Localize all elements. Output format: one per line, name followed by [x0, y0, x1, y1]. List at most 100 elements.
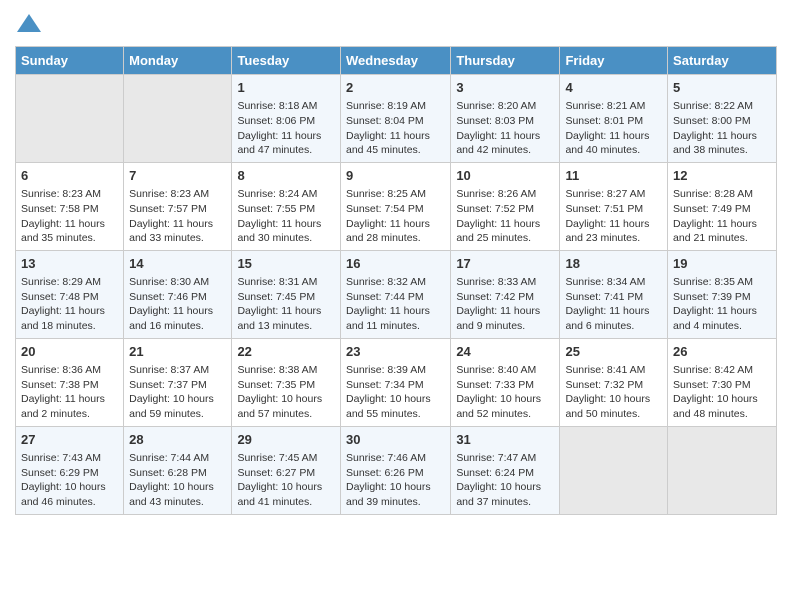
day-number: 27	[21, 431, 118, 449]
day-number: 21	[129, 343, 226, 361]
day-number: 16	[346, 255, 445, 273]
day-number: 20	[21, 343, 118, 361]
day-number: 14	[129, 255, 226, 273]
calendar-cell	[16, 75, 124, 163]
calendar-cell: 5 Sunrise: 8:22 AMSunset: 8:00 PMDaylight…	[668, 75, 777, 163]
day-info: Sunrise: 8:37 AMSunset: 7:37 PMDaylight:…	[129, 363, 226, 422]
day-number: 17	[456, 255, 554, 273]
calendar-cell: 31 Sunrise: 7:47 AMSunset: 6:24 PMDayligh…	[451, 426, 560, 514]
header-thursday: Thursday	[451, 47, 560, 75]
calendar-cell: 25 Sunrise: 8:41 AMSunset: 7:32 PMDayligh…	[560, 338, 668, 426]
header-sunday: Sunday	[16, 47, 124, 75]
day-number: 6	[21, 167, 118, 185]
day-info: Sunrise: 8:25 AMSunset: 7:54 PMDaylight:…	[346, 187, 445, 246]
day-info: Sunrise: 8:38 AMSunset: 7:35 PMDaylight:…	[237, 363, 335, 422]
day-info: Sunrise: 8:39 AMSunset: 7:34 PMDaylight:…	[346, 363, 445, 422]
calendar-cell: 30 Sunrise: 7:46 AMSunset: 6:26 PMDayligh…	[340, 426, 450, 514]
day-number: 18	[565, 255, 662, 273]
day-info: Sunrise: 8:32 AMSunset: 7:44 PMDaylight:…	[346, 275, 445, 334]
day-number: 13	[21, 255, 118, 273]
day-number: 31	[456, 431, 554, 449]
day-info: Sunrise: 8:19 AMSunset: 8:04 PMDaylight:…	[346, 99, 445, 158]
calendar-cell: 2Sunrise: 8:19 AMSunset: 8:04 PMDaylight…	[340, 75, 450, 163]
header-monday: Monday	[124, 47, 232, 75]
calendar-cell: 17 Sunrise: 8:33 AMSunset: 7:42 PMDayligh…	[451, 250, 560, 338]
header-tuesday: Tuesday	[232, 47, 341, 75]
day-number: 7	[129, 167, 226, 185]
day-info: Sunrise: 8:21 AMSunset: 8:01 PMDaylight:…	[565, 99, 662, 158]
day-number: 12	[673, 167, 771, 185]
header-row: SundayMondayTuesdayWednesdayThursdayFrid…	[16, 47, 777, 75]
day-number: 19	[673, 255, 771, 273]
day-info: Sunrise: 7:45 AMSunset: 6:27 PMDaylight:…	[237, 451, 335, 510]
day-info: Sunrise: 8:30 AMSunset: 7:46 PMDaylight:…	[129, 275, 226, 334]
day-number: 23	[346, 343, 445, 361]
day-info: Sunrise: 8:26 AMSunset: 7:52 PMDaylight:…	[456, 187, 554, 246]
logo	[15, 10, 47, 38]
calendar-cell: 29Sunrise: 7:45 AMSunset: 6:27 PMDayligh…	[232, 426, 341, 514]
day-info: Sunrise: 8:33 AMSunset: 7:42 PMDaylight:…	[456, 275, 554, 334]
day-info: Sunrise: 8:27 AMSunset: 7:51 PMDaylight:…	[565, 187, 662, 246]
day-number: 11	[565, 167, 662, 185]
week-row-0: 1 Sunrise: 8:18 AMSunset: 8:06 PMDaylight…	[16, 75, 777, 163]
calendar-cell: 7 Sunrise: 8:23 AMSunset: 7:57 PMDaylight…	[124, 162, 232, 250]
day-info: Sunrise: 8:36 AMSunset: 7:38 PMDaylight:…	[21, 363, 118, 422]
day-info: Sunrise: 8:22 AMSunset: 8:00 PMDaylight:…	[673, 99, 771, 158]
calendar-cell: 10 Sunrise: 8:26 AMSunset: 7:52 PMDayligh…	[451, 162, 560, 250]
day-number: 9	[346, 167, 445, 185]
week-row-1: 6 Sunrise: 8:23 AMSunset: 7:58 PMDaylight…	[16, 162, 777, 250]
day-number: 25	[565, 343, 662, 361]
day-info: Sunrise: 8:28 AMSunset: 7:49 PMDaylight:…	[673, 187, 771, 246]
day-info: Sunrise: 8:40 AMSunset: 7:33 PMDaylight:…	[456, 363, 554, 422]
day-number: 30	[346, 431, 445, 449]
day-info: Sunrise: 8:23 AMSunset: 7:58 PMDaylight:…	[21, 187, 118, 246]
page-header	[15, 10, 777, 38]
calendar-cell: 15 Sunrise: 8:31 AMSunset: 7:45 PMDayligh…	[232, 250, 341, 338]
day-number: 26	[673, 343, 771, 361]
day-info: Sunrise: 8:34 AMSunset: 7:41 PMDaylight:…	[565, 275, 662, 334]
calendar-cell: 14 Sunrise: 8:30 AMSunset: 7:46 PMDayligh…	[124, 250, 232, 338]
day-number: 10	[456, 167, 554, 185]
calendar-table: SundayMondayTuesdayWednesdayThursdayFrid…	[15, 46, 777, 515]
day-info: Sunrise: 8:18 AMSunset: 8:06 PMDaylight:…	[237, 99, 335, 158]
day-info: Sunrise: 8:42 AMSunset: 7:30 PMDaylight:…	[673, 363, 771, 422]
day-number: 3	[456, 79, 554, 97]
day-number: 4	[565, 79, 662, 97]
calendar-cell: 11 Sunrise: 8:27 AMSunset: 7:51 PMDayligh…	[560, 162, 668, 250]
day-info: Sunrise: 8:29 AMSunset: 7:48 PMDaylight:…	[21, 275, 118, 334]
calendar-header: SundayMondayTuesdayWednesdayThursdayFrid…	[16, 47, 777, 75]
day-info: Sunrise: 8:35 AMSunset: 7:39 PMDaylight:…	[673, 275, 771, 334]
calendar-cell: 28 Sunrise: 7:44 AMSunset: 6:28 PMDayligh…	[124, 426, 232, 514]
day-number: 28	[129, 431, 226, 449]
calendar-cell: 1 Sunrise: 8:18 AMSunset: 8:06 PMDaylight…	[232, 75, 341, 163]
header-saturday: Saturday	[668, 47, 777, 75]
calendar-cell: 19 Sunrise: 8:35 AMSunset: 7:39 PMDayligh…	[668, 250, 777, 338]
day-info: Sunrise: 8:24 AMSunset: 7:55 PMDaylight:…	[237, 187, 335, 246]
day-info: Sunrise: 7:44 AMSunset: 6:28 PMDaylight:…	[129, 451, 226, 510]
day-info: Sunrise: 7:46 AMSunset: 6:26 PMDaylight:…	[346, 451, 445, 510]
day-info: Sunrise: 8:31 AMSunset: 7:45 PMDaylight:…	[237, 275, 335, 334]
day-info: Sunrise: 8:41 AMSunset: 7:32 PMDaylight:…	[565, 363, 662, 422]
calendar-cell: 21 Sunrise: 8:37 AMSunset: 7:37 PMDayligh…	[124, 338, 232, 426]
calendar-cell: 27 Sunrise: 7:43 AMSunset: 6:29 PMDayligh…	[16, 426, 124, 514]
calendar-cell: 3 Sunrise: 8:20 AMSunset: 8:03 PMDaylight…	[451, 75, 560, 163]
calendar-cell: 18 Sunrise: 8:34 AMSunset: 7:41 PMDayligh…	[560, 250, 668, 338]
day-number: 5	[673, 79, 771, 97]
day-number: 15	[237, 255, 335, 273]
day-info: Sunrise: 8:23 AMSunset: 7:57 PMDaylight:…	[129, 187, 226, 246]
day-info: Sunrise: 7:43 AMSunset: 6:29 PMDaylight:…	[21, 451, 118, 510]
calendar-cell: 6 Sunrise: 8:23 AMSunset: 7:58 PMDaylight…	[16, 162, 124, 250]
calendar-cell: 12 Sunrise: 8:28 AMSunset: 7:49 PMDayligh…	[668, 162, 777, 250]
day-info: Sunrise: 7:47 AMSunset: 6:24 PMDaylight:…	[456, 451, 554, 510]
calendar-cell: 13 Sunrise: 8:29 AMSunset: 7:48 PMDayligh…	[16, 250, 124, 338]
calendar-cell: 9 Sunrise: 8:25 AMSunset: 7:54 PMDaylight…	[340, 162, 450, 250]
header-friday: Friday	[560, 47, 668, 75]
week-row-2: 13 Sunrise: 8:29 AMSunset: 7:48 PMDayligh…	[16, 250, 777, 338]
week-row-4: 27 Sunrise: 7:43 AMSunset: 6:29 PMDayligh…	[16, 426, 777, 514]
day-number: 1	[237, 79, 335, 97]
day-number: 24	[456, 343, 554, 361]
header-wednesday: Wednesday	[340, 47, 450, 75]
calendar-cell: 22Sunrise: 8:38 AMSunset: 7:35 PMDayligh…	[232, 338, 341, 426]
day-info: Sunrise: 8:20 AMSunset: 8:03 PMDaylight:…	[456, 99, 554, 158]
calendar-cell: 20 Sunrise: 8:36 AMSunset: 7:38 PMDayligh…	[16, 338, 124, 426]
